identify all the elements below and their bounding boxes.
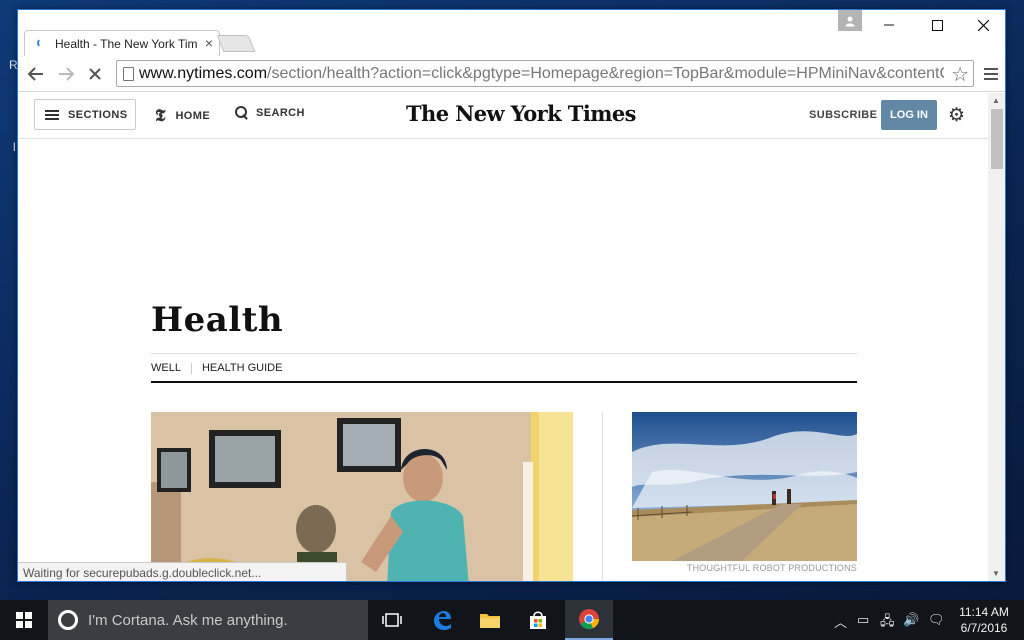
nyt-t-logo-icon: 𝕿 [155,106,166,126]
address-bar[interactable]: www.nytimes.com/section/health?action=cl… [116,60,974,87]
home-link[interactable]: 𝕿 HOME [155,106,210,126]
page-title: Health [151,300,284,340]
scroll-up-icon[interactable]: ▲ [992,96,1000,105]
browser-toolbar: www.nytimes.com/section/health?action=cl… [18,56,1005,92]
web-page: SECTIONS 𝕿 HOME SEARCH The New York Time… [18,93,988,581]
chrome-icon [579,609,600,630]
clock-date: 6/7/2016 [960,621,1008,635]
loading-spinner-icon [37,38,47,48]
chrome-app-button[interactable] [565,600,613,640]
power-icon[interactable]: ▭ [857,612,869,628]
folder-icon [480,614,500,628]
maximize-icon [931,19,943,31]
bookmark-star-icon[interactable]: ☆ [951,62,969,87]
minimize-icon [884,24,894,26]
close-tab-icon[interactable]: × [205,35,213,51]
status-bubble: Waiting for securepubads.g.doubleclick.n… [18,562,347,581]
new-tab-button[interactable] [216,35,256,52]
windows-logo-icon [16,612,32,628]
close-window-button[interactable] [960,10,1005,40]
tab-title: Health - The New York Times [55,37,197,51]
person-icon [845,16,855,26]
section-subnav: WELL HEALTH GUIDE [151,362,282,374]
gear-icon[interactable]: ⚙ [948,104,965,127]
subnav-item-health-guide[interactable]: HEALTH GUIDE [202,362,282,374]
stop-icon [89,68,101,80]
store-app-button[interactable] [514,600,562,640]
hamburger-icon [45,109,59,120]
file-explorer-button[interactable] [466,600,514,640]
close-icon [977,19,989,31]
start-button[interactable] [0,600,48,640]
divider [190,362,192,374]
url-host: www.nytimes.com [139,65,268,82]
taskbar: I'm Cortana. Ask me anything. ︿ ▭ 🖧 🔊 🗨 … [0,600,1024,640]
scroll-down-icon[interactable]: ▼ [992,569,1000,578]
menu-icon [984,68,998,80]
show-hidden-icons-icon[interactable]: ︿ [834,612,847,631]
search-link[interactable]: SEARCH [235,106,305,119]
task-view-button[interactable] [368,600,416,640]
system-clock[interactable]: 11:14 AM 6/7/2016 [952,604,1016,636]
maximize-button[interactable] [914,10,960,40]
subscribe-link[interactable]: SUBSCRIBE [809,109,877,121]
edge-icon [434,611,451,630]
back-arrow-icon [28,67,43,81]
clock-time: 11:14 AM [959,605,1009,619]
lead-story-illustration[interactable] [151,412,573,581]
browser-window: Health - The New York Times × www.nytime… [17,9,1006,582]
sections-button[interactable]: SECTIONS [34,99,136,130]
sections-label: SECTIONS [68,108,128,121]
cortana-placeholder: I'm Cortana. Ask me anything. [88,612,288,629]
search-icon [235,106,248,119]
network-icon[interactable]: 🖧 [880,612,895,634]
browser-tab[interactable]: Health - The New York Times × [24,30,220,56]
cortana-search-box[interactable]: I'm Cortana. Ask me anything. [48,600,368,640]
page-scrollbar[interactable]: ▲ ▼ [988,93,1005,581]
url-path: /section/health?action=click&pgtype=Home… [267,65,944,82]
home-label: HOME [175,110,211,122]
nyt-masthead-logo[interactable]: The New York Times [406,101,636,126]
profile-button[interactable] [838,10,862,31]
store-icon [530,611,546,629]
divider [151,353,857,354]
desktop-text-fragment: l [13,140,16,154]
volume-icon[interactable]: 🔊 [903,612,919,628]
photo-credit: THOUGHTFUL ROBOT PRODUCTIONS [686,563,857,573]
action-center-icon[interactable]: 🗨 [928,612,945,628]
browser-titlebar: Health - The New York Times × [18,10,1005,56]
login-button[interactable]: LOG IN [881,100,937,130]
url-text[interactable]: www.nytimes.com/section/health?action=cl… [139,65,944,83]
forward-arrow-icon [59,67,74,81]
task-view-icon [382,613,402,627]
forward-button[interactable] [53,62,79,86]
side-story-photo[interactable] [632,412,857,561]
page-info-icon[interactable] [123,67,134,81]
nyt-header: SECTIONS 𝕿 HOME SEARCH The New York Time… [18,93,988,139]
cortana-icon [58,610,78,630]
search-label: SEARCH [256,106,305,119]
scrollbar-thumb[interactable] [991,109,1003,169]
section-rule [151,381,857,383]
stop-loading-button[interactable] [82,62,108,86]
subnav-item-well[interactable]: WELL [151,362,181,374]
minimize-button[interactable] [866,10,912,40]
column-divider [602,412,603,581]
edge-app-button[interactable] [418,600,466,640]
chrome-menu-button[interactable] [978,62,1004,86]
back-button[interactable] [23,62,49,86]
